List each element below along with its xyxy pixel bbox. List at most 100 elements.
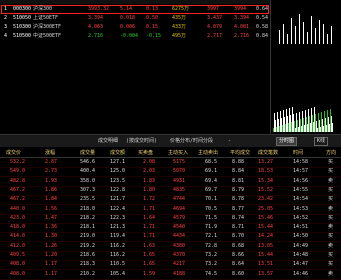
table-cell: 74.5	[205, 270, 218, 277]
quote-last: 3.394	[88, 15, 104, 21]
table-cell: 13.51	[258, 261, 274, 268]
table-cell: 14.24	[258, 233, 274, 240]
quote-chg: 0.006	[120, 24, 136, 30]
chart-bar	[315, 28, 316, 44]
close-icon[interactable]: -	[226, 137, 233, 145]
table-cell: 122.8	[110, 186, 126, 193]
table-cell: 409.5	[10, 252, 26, 258]
column-header[interactable]: 涨幅	[45, 149, 55, 156]
chart-bar	[303, 22, 304, 44]
quote-o: 2.717	[207, 33, 223, 39]
quote-row[interactable]: 1 000300 沪深300 3993.32 5.14 0.13 6275万 3997 3994…	[1, 5, 269, 14]
table-cell: 8.71	[232, 224, 245, 231]
table-cell: 4380	[173, 242, 186, 249]
table-cell: 307.3	[80, 186, 96, 193]
column-header[interactable]: 时间	[293, 149, 303, 156]
column-header[interactable]: 成交额	[110, 149, 125, 156]
quote-row[interactable]: 4 510500 中证500ETF 2.716 -0.004 -0.15 495万 2.717…	[2, 33, 268, 40]
table-cell: 买	[328, 233, 334, 240]
table-cell: 1.56	[45, 205, 58, 212]
chart-tabs: 分时图 K线	[270, 134, 341, 146]
column-header[interactable]: 主动买入	[168, 149, 188, 156]
table-cell: 4835	[173, 186, 186, 193]
chart-bar	[323, 24, 324, 44]
table-cell: 14:55	[293, 186, 309, 193]
table-cell: 1.36	[45, 224, 58, 231]
table-cell: 122.4	[110, 205, 126, 212]
table-row[interactable]: 408.0 1.17 210.2 105.4 1.59 4188 74.5 8.60 13.57…	[0, 270, 341, 280]
quote-row[interactable]: 2 510050 上证50ETF 3.394 0.018 0.50 435万 3.437 3.3…	[2, 15, 268, 22]
table-cell: 8.78	[232, 196, 245, 203]
price-distribution-tab[interactable]: 价格分布/时间分段	[168, 137, 215, 145]
table-cell: 卖	[328, 242, 334, 249]
table-cell: 8.79	[232, 186, 245, 193]
table-cell: 卖	[328, 205, 334, 212]
table-cell: 4217	[173, 261, 186, 268]
trade-detail-tab[interactable]: 成交明细	[96, 137, 120, 145]
sort-mode-button[interactable]: (按成交时间)	[124, 137, 159, 145]
tab-kline[interactable]: K线	[314, 137, 329, 146]
quote-h: 3.394	[234, 15, 250, 21]
table-cell: 18.53	[258, 168, 274, 175]
table-cell: 13.27	[258, 159, 274, 165]
table-cell: 14:54	[293, 196, 309, 203]
quote-l: 0.54	[256, 15, 269, 21]
table-cell: 70.5	[205, 205, 218, 212]
table-cell: 买	[328, 186, 334, 193]
chart-bar	[319, 20, 320, 44]
table-cell: 71.5	[205, 214, 218, 221]
table-cell: 8.77	[232, 205, 245, 212]
quote-name: 上证50ETF	[33, 15, 59, 21]
table-cell: 69.7	[205, 186, 218, 193]
table-cell: 116.2	[110, 242, 126, 249]
table-cell: 4694	[173, 205, 186, 212]
column-header[interactable]: 主动卖出	[198, 149, 218, 156]
table-cell: 15.34	[258, 177, 274, 184]
column-header[interactable]: 成交笔数	[258, 149, 278, 156]
tab-intraday[interactable]: 分时图	[276, 137, 298, 146]
table-cell: 70.1	[205, 196, 218, 203]
table-cell: 4744	[173, 196, 186, 203]
table-cell: 1.64	[143, 214, 156, 221]
table-cell: 15.44	[258, 252, 274, 258]
column-header[interactable]: 买卖盘	[138, 149, 153, 156]
table-cell: 8.70	[232, 233, 245, 240]
quote-vol: 495万	[172, 33, 187, 39]
table-cell: 423.0	[10, 214, 26, 221]
table-cell: 110.5	[110, 261, 126, 268]
column-header[interactable]: 方向	[326, 149, 336, 156]
quote-chg: 5.14	[120, 6, 133, 12]
quote-h: 3994	[234, 6, 247, 12]
column-header[interactable]: 平均成交	[230, 149, 250, 156]
table-cell: 73.2	[205, 252, 218, 258]
table-cell: 5175	[173, 159, 186, 165]
table-cell: 121.7	[110, 196, 126, 203]
table-cell: 532.2	[10, 159, 26, 165]
chart-bar	[307, 32, 308, 44]
chart-bar	[327, 34, 328, 44]
quote-row[interactable]: 3 510300 沪深300ETF 4.063 0.006 0.15 433万 4.079 4.…	[2, 24, 268, 31]
table-cell: 14:46	[293, 270, 309, 277]
table-cell: 1.83	[143, 177, 156, 184]
column-header[interactable]: 成交价	[6, 149, 21, 156]
column-header[interactable]: 成交量	[80, 149, 95, 156]
table-cell: 218.0	[80, 205, 96, 212]
table-cell: 买	[328, 196, 334, 203]
quote-code: 000300	[13, 6, 32, 12]
quote-pct: -0.15	[146, 33, 162, 39]
table-cell: 8.74	[232, 214, 245, 221]
table-cell: 219.0	[80, 233, 96, 240]
table-cell: 125.0	[110, 168, 126, 175]
quote-last: 2.716	[88, 33, 104, 39]
table-cell: 1.71	[143, 205, 156, 212]
table-cell: 1.47	[45, 214, 58, 221]
table-cell: 13.05	[258, 242, 274, 249]
table-cell: 买	[328, 159, 334, 165]
table-cell: 105.4	[110, 270, 126, 277]
table-cell: 8.64	[232, 261, 245, 268]
mini-chart	[270, 0, 341, 134]
table-cell: 2.87	[45, 159, 58, 165]
table-cell: 4931	[173, 177, 186, 184]
table-cell: 1.93	[45, 177, 58, 184]
table-cell: 14:53	[293, 205, 309, 212]
